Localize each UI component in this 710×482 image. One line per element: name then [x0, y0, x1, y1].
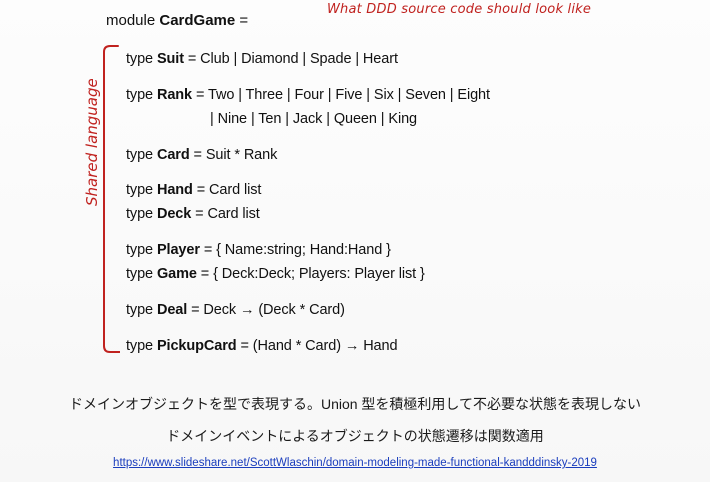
module-keyword: module: [106, 12, 156, 29]
code-line-game: type Game = { Deck:Deck; Players: Player…: [126, 266, 425, 282]
code-line-rank: type Rank = Two | Three | Four | Five | …: [126, 87, 490, 103]
type-definition: = { Name:string; Hand:Hand }: [203, 242, 391, 258]
type-keyword: type: [126, 51, 154, 67]
code-line-suit: type Suit = Club | Diamond | Spade | Hea…: [126, 51, 398, 67]
type-name: Hand: [156, 182, 193, 198]
type-definition: = Card list: [195, 206, 260, 222]
slideshare-link[interactable]: https://www.slideshare.net/ScottWlaschin…: [0, 457, 710, 469]
type-name: Deck: [156, 206, 192, 222]
caption-line-1: ドメインオブジェクトを型で表現する。Union 型を積極利用して不必要な状態を表…: [68, 396, 642, 412]
type-name: Player: [156, 242, 200, 258]
code-line-hand: type Hand = Card list: [126, 182, 261, 198]
code-line-deck: type Deck = Card list: [126, 206, 260, 222]
type-name: Game: [156, 266, 197, 282]
type-name: PickupCard: [156, 338, 237, 354]
code-line-rank-continued: | Nine | Ten | Jack | Queen | King: [210, 111, 417, 127]
type-definition: = Club | Diamond | Spade | Heart: [187, 51, 398, 67]
type-keyword: type: [126, 206, 154, 222]
type-definition: = Two | Three | Four | Five | Six | Seve…: [195, 87, 490, 103]
type-keyword: type: [126, 87, 154, 103]
type-name: Card: [156, 147, 190, 163]
slide: module CardGame = What DDD source code s…: [0, 0, 710, 482]
module-equals: =: [239, 12, 249, 29]
module-declaration: module CardGame =: [106, 12, 248, 29]
type-keyword: type: [126, 266, 154, 282]
type-definition: = Deck → (Deck * Card): [191, 302, 345, 318]
code-line-pickupcard: type PickupCard = (Hand * Card) → Hand: [126, 338, 398, 354]
type-keyword: type: [126, 302, 154, 318]
caption-line-2: ドメインイベントによるオブジェクトの状態遷移は関数適用: [166, 428, 544, 444]
type-definition: | Nine | Ten | Jack | Queen | King: [210, 111, 417, 127]
type-definition: = Suit * Rank: [193, 147, 278, 163]
shared-language-label: Shared language: [83, 78, 101, 206]
type-keyword: type: [126, 242, 154, 258]
code-line-player: type Player = { Name:string; Hand:Hand }: [126, 242, 391, 258]
annotation-note: What DDD source code should look like: [327, 2, 592, 17]
type-definition: = Card list: [196, 182, 262, 198]
type-definition: = { Deck:Deck; Players: Player list }: [200, 266, 425, 282]
module-name: CardGame: [159, 12, 236, 29]
type-name: Rank: [156, 87, 193, 103]
code-line-card: type Card = Suit * Rank: [126, 147, 277, 163]
code-line-deal: type Deal = Deck → (Deck * Card): [126, 302, 345, 318]
type-definition: = (Hand * Card) → Hand: [240, 338, 398, 354]
type-name: Deal: [156, 302, 188, 318]
type-keyword: type: [126, 147, 154, 163]
type-name: Suit: [156, 51, 184, 67]
type-keyword: type: [126, 338, 154, 354]
type-keyword: type: [126, 182, 154, 198]
